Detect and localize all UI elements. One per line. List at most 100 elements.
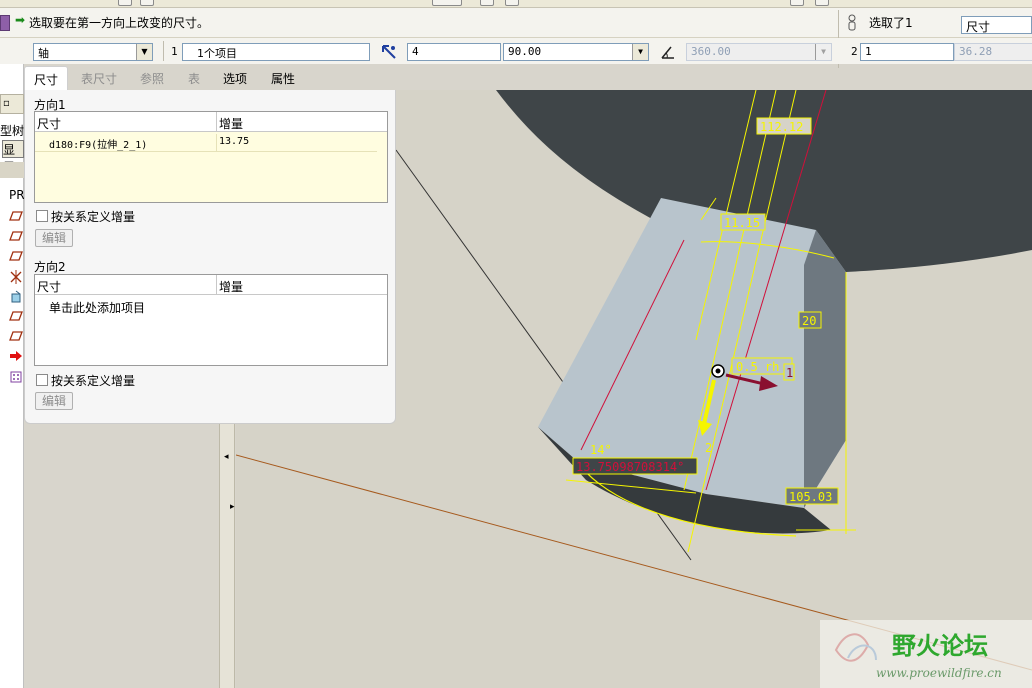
- datum-plane-icon: [9, 211, 23, 221]
- tab-tables[interactable]: 表: [182, 66, 206, 90]
- chevron-right-icon[interactable]: ▸: [230, 502, 235, 512]
- direction1-table[interactable]: 尺寸 增量 d180:F9(拉伸_2_1) 13.75: [34, 111, 388, 203]
- dimension-label-chip2: 1: [786, 366, 793, 380]
- dir2-relation-checkbox[interactable]: [36, 374, 48, 386]
- extrude-feature-icon: [11, 290, 21, 303]
- pattern-type-select[interactable]: 轴 ▼: [33, 43, 153, 61]
- tree-item-datum-plane[interactable]: [0, 228, 24, 246]
- pattern-feature-icon: [10, 371, 22, 383]
- datum-plane-icon: [9, 331, 23, 341]
- tree-item-csys[interactable]: [0, 268, 24, 286]
- chevron-down-icon[interactable]: ▼: [815, 44, 831, 60]
- flip-direction-icon[interactable]: [380, 43, 398, 61]
- tree-item-extrude[interactable]: [0, 288, 24, 306]
- direction2-table[interactable]: 尺寸 增量 单击此处添加项目: [34, 274, 388, 366]
- prompt-arrow-icon: ➡: [15, 13, 26, 27]
- direction1-angle-value: 90.00: [508, 45, 542, 58]
- dir2-edit-button[interactable]: 编辑: [35, 392, 73, 410]
- tree-toggle-label: ▫: [3, 98, 10, 109]
- pattern-type-value: 轴: [38, 47, 49, 60]
- dir1-relation-label: 按关系定义增量: [51, 210, 136, 224]
- selection-filter-dropdown[interactable]: 尺寸: [961, 16, 1032, 34]
- column-divider: [216, 112, 217, 132]
- tab-dimensions[interactable]: 尺寸: [24, 66, 68, 90]
- model-tree: ▫ 型树 显示 PR: [0, 64, 25, 688]
- table-header: 尺寸 增量: [35, 275, 387, 295]
- direction1-collector[interactable]: 1个项目: [182, 43, 370, 61]
- dimension-label-angle[interactable]: 14°: [590, 443, 612, 457]
- chevron-down-icon[interactable]: ▼: [136, 44, 152, 60]
- column-header-dimension: 尺寸: [37, 280, 62, 294]
- chevron-down-icon[interactable]: ▼: [632, 44, 648, 60]
- watermark-title: 野火论坛: [892, 632, 988, 660]
- tree-item-datum-plane[interactable]: [0, 308, 24, 326]
- datum-plane-icon: [9, 251, 23, 261]
- row-increment[interactable]: 13.75: [219, 136, 249, 147]
- dimension-label-chip[interactable]: 0.5 rh: [736, 360, 779, 374]
- table-header: 尺寸 增量: [35, 112, 387, 132]
- column-divider: [216, 275, 217, 295]
- direction1-angle-select[interactable]: 90.00 ▼: [503, 43, 649, 61]
- pattern-feature-icon: [0, 15, 10, 31]
- toolbar-button[interactable]: [790, 0, 804, 6]
- toolbar-button[interactable]: [140, 0, 154, 6]
- direction1-count-input[interactable]: 4: [407, 43, 501, 61]
- insert-arrow-icon: [10, 351, 22, 361]
- tree-toggle-button[interactable]: ▫: [0, 94, 24, 114]
- direction1-collector-value: 1个项目: [197, 47, 237, 60]
- chevron-left-icon[interactable]: ◂: [224, 452, 229, 462]
- tree-item-datum-plane[interactable]: [0, 328, 24, 346]
- toolbar-button[interactable]: [118, 0, 132, 6]
- column-divider: [216, 134, 217, 152]
- toolbar-button[interactable]: [432, 0, 462, 6]
- dir1-relation-checkbox[interactable]: [36, 210, 48, 222]
- dashboard-tabs: 尺寸 表尺寸 参照 表 选项 属性: [24, 66, 396, 90]
- separator: [163, 41, 164, 61]
- watermark-url: www.proewildfire.cn: [876, 666, 1002, 680]
- column-header-increment: 增量: [219, 280, 244, 294]
- direction2-index: 2: [851, 45, 858, 58]
- datum-plane-icon: [9, 231, 23, 241]
- show-menu-button[interactable]: 显示: [2, 140, 24, 174]
- dimension-label-width[interactable]: 11.15: [724, 216, 760, 230]
- prompt-message: 选取要在第一方向上改变的尺寸。: [29, 16, 210, 30]
- tab-table-dimensions[interactable]: 表尺寸: [76, 66, 122, 90]
- tab-properties[interactable]: 属性: [266, 66, 300, 90]
- tree-item-datum-plane[interactable]: [0, 248, 24, 266]
- dimension-label-two[interactable]: 2: [705, 441, 712, 455]
- angular-extent-icon[interactable]: [659, 43, 677, 61]
- column-header-increment: 增量: [219, 117, 244, 131]
- coordinate-system-icon: [10, 270, 22, 284]
- selection-filter-icon: [848, 14, 856, 31]
- tab-options[interactable]: 选项: [218, 66, 252, 90]
- top-toolbar-strip: [0, 0, 1032, 8]
- table-row[interactable]: d180:F9(拉伸_2_1) 13.75: [35, 134, 377, 152]
- tree-divider: [0, 162, 24, 178]
- dimension-label-side[interactable]: 20: [802, 314, 816, 328]
- tree-item-pattern[interactable]: [0, 368, 24, 386]
- dimensions-panel: 方向1 尺寸 增量 d180:F9(拉伸_2_1) 13.75 按关系定义增量 …: [24, 90, 396, 424]
- dir1-edit-button[interactable]: 编辑: [35, 229, 73, 247]
- toolbar-button[interactable]: [480, 0, 494, 6]
- toolbar-button[interactable]: [505, 0, 519, 6]
- direction1-index: 1: [171, 45, 178, 58]
- add-item-placeholder[interactable]: 单击此处添加项目: [49, 299, 145, 316]
- tab-references[interactable]: 参照: [132, 66, 172, 90]
- direction2-title: 方向2: [34, 260, 66, 274]
- tree-item-datum-plane[interactable]: [0, 208, 24, 226]
- toolbar-button[interactable]: [815, 0, 829, 6]
- direction2-value-input[interactable]: 36.28: [954, 43, 1032, 61]
- dimension-label-top[interactable]: 112.12: [760, 120, 803, 134]
- datum-plane-icon: [9, 311, 23, 321]
- dimension-label-bottom[interactable]: 105.03: [789, 490, 832, 504]
- selection-status: 选取了1: [869, 16, 913, 30]
- model-tree-title: 型树: [0, 124, 25, 138]
- tree-item-insert-here[interactable]: [0, 348, 24, 366]
- direction2-count-input[interactable]: 1: [860, 43, 954, 61]
- tree-root-label[interactable]: PR: [9, 188, 25, 202]
- direction2-angle-select[interactable]: 360.00 ▼: [686, 43, 832, 61]
- message-bar: ➡ 选取要在第一方向上改变的尺寸。 选取了1 尺寸: [0, 8, 1032, 68]
- row-dimension: d180:F9(拉伸_2_1): [49, 140, 148, 151]
- pattern-origin-dot: [715, 368, 721, 374]
- dimension-label-arc[interactable]: 13.75098708314°: [576, 460, 684, 474]
